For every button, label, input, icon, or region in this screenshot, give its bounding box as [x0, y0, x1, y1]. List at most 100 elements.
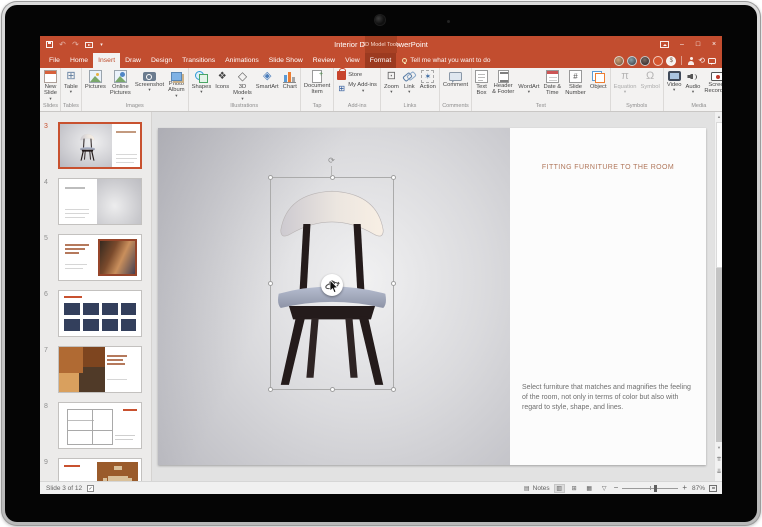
rotate-handle[interactable]: ⟳	[327, 156, 336, 165]
scrollbar-track[interactable]	[716, 268, 723, 442]
3d-rotate-control[interactable]	[321, 274, 343, 296]
reading-view-button[interactable]: ▦	[584, 484, 595, 493]
ribbon-display-options-button[interactable]	[658, 36, 674, 53]
ribbon-button-3d-models[interactable]: ◇3DModels▾	[231, 68, 254, 101]
tab-animations[interactable]: Animations	[220, 53, 264, 68]
scroll-up-button[interactable]: ▲	[715, 112, 722, 121]
ribbon-button-document-item[interactable]: DocumentItem	[302, 68, 332, 96]
ribbon-button-my-add-ins[interactable]: ⊞My Add-ins▾	[335, 82, 379, 95]
slide-thumbnail-8[interactable]	[58, 402, 142, 449]
history-icon[interactable]: ⟲	[698, 57, 705, 65]
resize-handle[interactable]	[391, 281, 396, 286]
tab-file[interactable]: File	[44, 53, 65, 68]
ribbon-button-zoom[interactable]: ⊡Zoom▾	[382, 68, 401, 95]
share-icon[interactable]	[687, 57, 695, 65]
redo-button[interactable]: ↷	[71, 40, 80, 49]
slide-thumbnail-5[interactable]	[58, 234, 142, 281]
tell-me-box[interactable]: Tell me what you want to do	[396, 53, 496, 68]
fit-slide-to-window-button[interactable]	[709, 485, 717, 492]
slide-number-label: 4	[44, 179, 48, 186]
thumbnail-row-slide-9: 9	[40, 458, 151, 481]
ribbon-button-link[interactable]: Link▾	[401, 68, 418, 95]
ribbon-button-video[interactable]: Video▾	[665, 68, 684, 93]
save-button[interactable]	[45, 40, 54, 49]
slide-title[interactable]: FITTING FURNITURE TO THE ROOM	[518, 164, 698, 171]
resize-handle[interactable]	[268, 281, 273, 286]
ribbon-button-symbol[interactable]: ΩSymbol	[638, 68, 661, 90]
slide-thumbnail-9[interactable]	[58, 458, 142, 481]
customize-qat-button[interactable]: ▾	[97, 40, 106, 49]
ribbon-button-object[interactable]: Object	[588, 68, 609, 90]
tab-draw[interactable]: Draw	[120, 53, 146, 68]
ribbon-button-screenshot[interactable]: Screenshot▾	[133, 68, 166, 93]
ribbon-button-slide-number[interactable]: #SlideNumber	[563, 68, 588, 97]
ribbon-button-date-time[interactable]: Date &Time	[541, 68, 563, 97]
tab-transitions[interactable]: Transitions	[177, 53, 220, 68]
ribbon-button-table[interactable]: ⊞Table▾	[62, 68, 80, 95]
ribbon-button-wordart[interactable]: WordArt▾	[516, 68, 541, 95]
tab-home[interactable]: Home	[65, 53, 93, 68]
normal-view-button[interactable]: ▥	[554, 484, 565, 493]
comments-icon[interactable]	[708, 58, 716, 64]
ribbon-button-smartart[interactable]: ◈SmartArt	[254, 68, 281, 90]
zoom-slider-knob[interactable]	[654, 485, 657, 492]
collaborator-avatar[interactable]	[627, 56, 637, 66]
ribbon-button-screen-recording[interactable]: ScreenRecording	[702, 68, 722, 95]
resize-handle[interactable]	[330, 387, 335, 392]
new-slide-label: NewSlide▾	[44, 84, 57, 101]
ribbon-button-icons[interactable]: ❖Icons	[213, 68, 231, 90]
collaborator-avatar[interactable]: $	[666, 56, 676, 66]
tab-design[interactable]: Design	[146, 53, 177, 68]
previous-slide-button[interactable]: ⇈	[715, 456, 722, 465]
ribbon-button-comment[interactable]: Comment	[441, 68, 470, 88]
collaborator-avatar[interactable]	[653, 56, 663, 66]
slide-thumbnail-6[interactable]	[58, 290, 142, 337]
tab-insert[interactable]: Insert	[93, 53, 120, 68]
resize-handle[interactable]	[268, 175, 273, 180]
scroll-down-button[interactable]: ▼	[715, 443, 722, 452]
undo-button[interactable]: ↶	[58, 40, 67, 49]
ribbon-button-equation[interactable]: πEquation▾	[612, 68, 639, 95]
ribbon-button-action[interactable]: ✶Action	[418, 68, 438, 90]
ribbon-button-photo-album[interactable]: PhotoAlbum▾	[166, 68, 186, 98]
scrollbar-thumb[interactable]	[716, 122, 723, 268]
ribbon-button-store[interactable]: Store	[335, 71, 364, 80]
collaborator-avatar[interactable]	[614, 56, 624, 66]
resize-handle[interactable]	[391, 387, 396, 392]
minimize-button[interactable]: –	[674, 36, 690, 53]
resize-handle[interactable]	[268, 387, 273, 392]
ribbon-button-shapes[interactable]: Shapes▾	[190, 68, 214, 95]
zoom-out-button[interactable]: −	[614, 484, 619, 492]
resize-handle[interactable]	[391, 175, 396, 180]
ribbon-button-chart[interactable]: Chart	[281, 68, 299, 90]
slide-body-text[interactable]: Select furniture that matches and magnif…	[522, 383, 694, 413]
slide-sorter-view-button[interactable]: ⊞	[569, 484, 580, 493]
close-button[interactable]: ×	[706, 36, 722, 53]
tab-view[interactable]: View	[340, 53, 365, 68]
start-from-beginning-button[interactable]	[84, 40, 93, 49]
zoom-slider[interactable]	[622, 484, 678, 493]
slide-thumbnail-7[interactable]	[58, 346, 142, 393]
table-icon: ⊞	[64, 70, 77, 83]
ribbon-button-header-footer[interactable]: Header& Footer	[490, 68, 516, 96]
maximize-button[interactable]: □	[690, 36, 706, 53]
ribbon-button-text-box[interactable]: TextBox	[473, 68, 490, 97]
slide-thumbnail-3[interactable]	[58, 122, 142, 169]
ribbon-button-pictures[interactable]: Pictures	[83, 68, 108, 90]
thumbnail-row-slide-5: 5	[40, 234, 151, 281]
header-footer-label: Header& Footer	[492, 83, 514, 96]
tab-slide-show[interactable]: Slide Show	[264, 53, 308, 68]
ribbon-button-audio[interactable]: Audio▾	[684, 68, 703, 95]
notes-button[interactable]: ▤ Notes	[523, 484, 550, 493]
zoom-in-button[interactable]: +	[682, 484, 687, 492]
ribbon-button-new-slide[interactable]: NewSlide▾	[42, 68, 59, 101]
ribbon-button-online-pictures[interactable]: OnlinePictures	[108, 68, 133, 97]
slide-show-button[interactable]: ▽	[599, 484, 610, 493]
tab-review[interactable]: Review	[308, 53, 340, 68]
slide-thumbnail-4[interactable]	[58, 178, 142, 225]
new-slide-icon	[44, 70, 57, 83]
tab-format[interactable]: Format	[365, 53, 397, 68]
next-slide-button[interactable]: ⇊	[715, 468, 722, 477]
collaborator-avatar[interactable]	[640, 56, 650, 66]
spell-check-icon[interactable]: ✓	[87, 485, 94, 492]
